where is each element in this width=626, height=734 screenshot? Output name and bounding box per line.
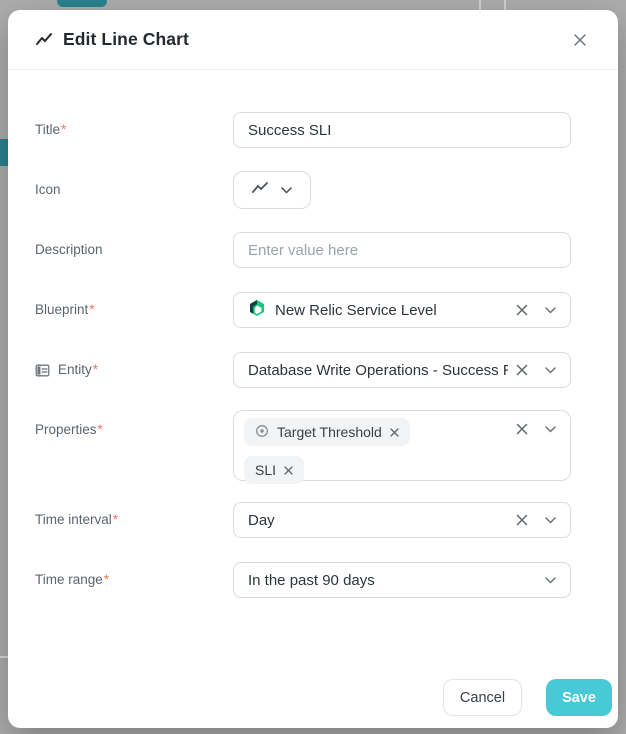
- chevron-down-icon[interactable]: [545, 367, 556, 374]
- time-interval-label: Time interval*: [35, 502, 233, 538]
- background-column-divider: [479, 0, 481, 10]
- blueprint-row: Blueprint* New Relic Service Level: [35, 292, 571, 328]
- remove-tag-icon[interactable]: [390, 428, 399, 437]
- close-icon[interactable]: [566, 26, 594, 54]
- blueprint-value: New Relic Service Level: [275, 302, 508, 319]
- title-input[interactable]: [233, 112, 571, 148]
- modal-header: Edit Line Chart: [8, 10, 618, 70]
- title-label: Title*: [35, 112, 233, 148]
- required-asterisk: *: [113, 502, 118, 538]
- background-sidebar-fragment: [0, 139, 8, 166]
- time-interval-row: Time interval* Day: [35, 502, 571, 538]
- properties-multiselect[interactable]: Target Threshold SLI: [233, 410, 571, 481]
- description-row: Description: [35, 232, 571, 268]
- chevron-down-icon[interactable]: [545, 577, 556, 584]
- blueprint-label: Blueprint*: [35, 292, 233, 328]
- target-icon: [255, 424, 269, 441]
- selected-tags: Target Threshold SLI: [244, 418, 508, 484]
- entity-label: Entity*: [35, 352, 233, 388]
- modal-title: Edit Line Chart: [63, 29, 189, 50]
- chevron-down-icon[interactable]: [545, 426, 556, 433]
- icon-picker-dropdown[interactable]: [233, 171, 311, 209]
- clear-icon[interactable]: [516, 514, 528, 526]
- time-range-row: Time range* In the past 90 days: [35, 562, 571, 598]
- entity-select[interactable]: Database Write Operations - Success R: [233, 352, 571, 388]
- blueprint-select[interactable]: New Relic Service Level: [233, 292, 571, 328]
- icon-row: Icon: [35, 171, 311, 209]
- chevron-down-icon: [281, 181, 292, 199]
- required-asterisk: *: [93, 352, 98, 388]
- required-asterisk: *: [89, 292, 94, 328]
- cancel-button[interactable]: Cancel: [443, 679, 522, 716]
- icon-label: Icon: [35, 171, 233, 209]
- required-asterisk: *: [61, 112, 66, 148]
- entity-table-icon: [35, 363, 50, 378]
- required-asterisk: *: [104, 562, 109, 598]
- description-label: Description: [35, 232, 233, 268]
- clear-icon[interactable]: [516, 364, 528, 376]
- clear-icon[interactable]: [516, 423, 528, 435]
- background-teal-fragment: [57, 0, 107, 7]
- properties-label: Properties*: [35, 410, 233, 450]
- entity-value: Database Write Operations - Success R: [248, 362, 508, 379]
- chevron-down-icon[interactable]: [545, 307, 556, 314]
- time-interval-select[interactable]: Day: [233, 502, 571, 538]
- time-interval-value: Day: [248, 512, 508, 529]
- properties-row: Properties* Target Threshold: [35, 410, 571, 481]
- entity-row: Entity* Database Write Operations - Succ…: [35, 352, 571, 388]
- time-range-value: In the past 90 days: [248, 572, 537, 589]
- required-asterisk: *: [98, 410, 103, 450]
- save-button[interactable]: Save: [546, 679, 612, 716]
- edit-line-chart-modal: Edit Line Chart Title* Icon Description: [8, 10, 618, 728]
- background-column-divider: [504, 0, 506, 10]
- tag-target-threshold[interactable]: Target Threshold: [244, 418, 410, 446]
- clear-icon[interactable]: [516, 304, 528, 316]
- background-row-divider: [0, 656, 8, 658]
- time-range-select[interactable]: In the past 90 days: [233, 562, 571, 598]
- line-chart-icon: [35, 31, 53, 49]
- chevron-down-icon[interactable]: [545, 517, 556, 524]
- title-row: Title*: [35, 112, 571, 148]
- description-input[interactable]: [233, 232, 571, 268]
- new-relic-logo-icon: [248, 299, 266, 321]
- line-chart-icon: [252, 181, 269, 200]
- time-range-label: Time range*: [35, 562, 233, 598]
- tag-sli[interactable]: SLI: [244, 456, 304, 484]
- remove-tag-icon[interactable]: [284, 466, 293, 475]
